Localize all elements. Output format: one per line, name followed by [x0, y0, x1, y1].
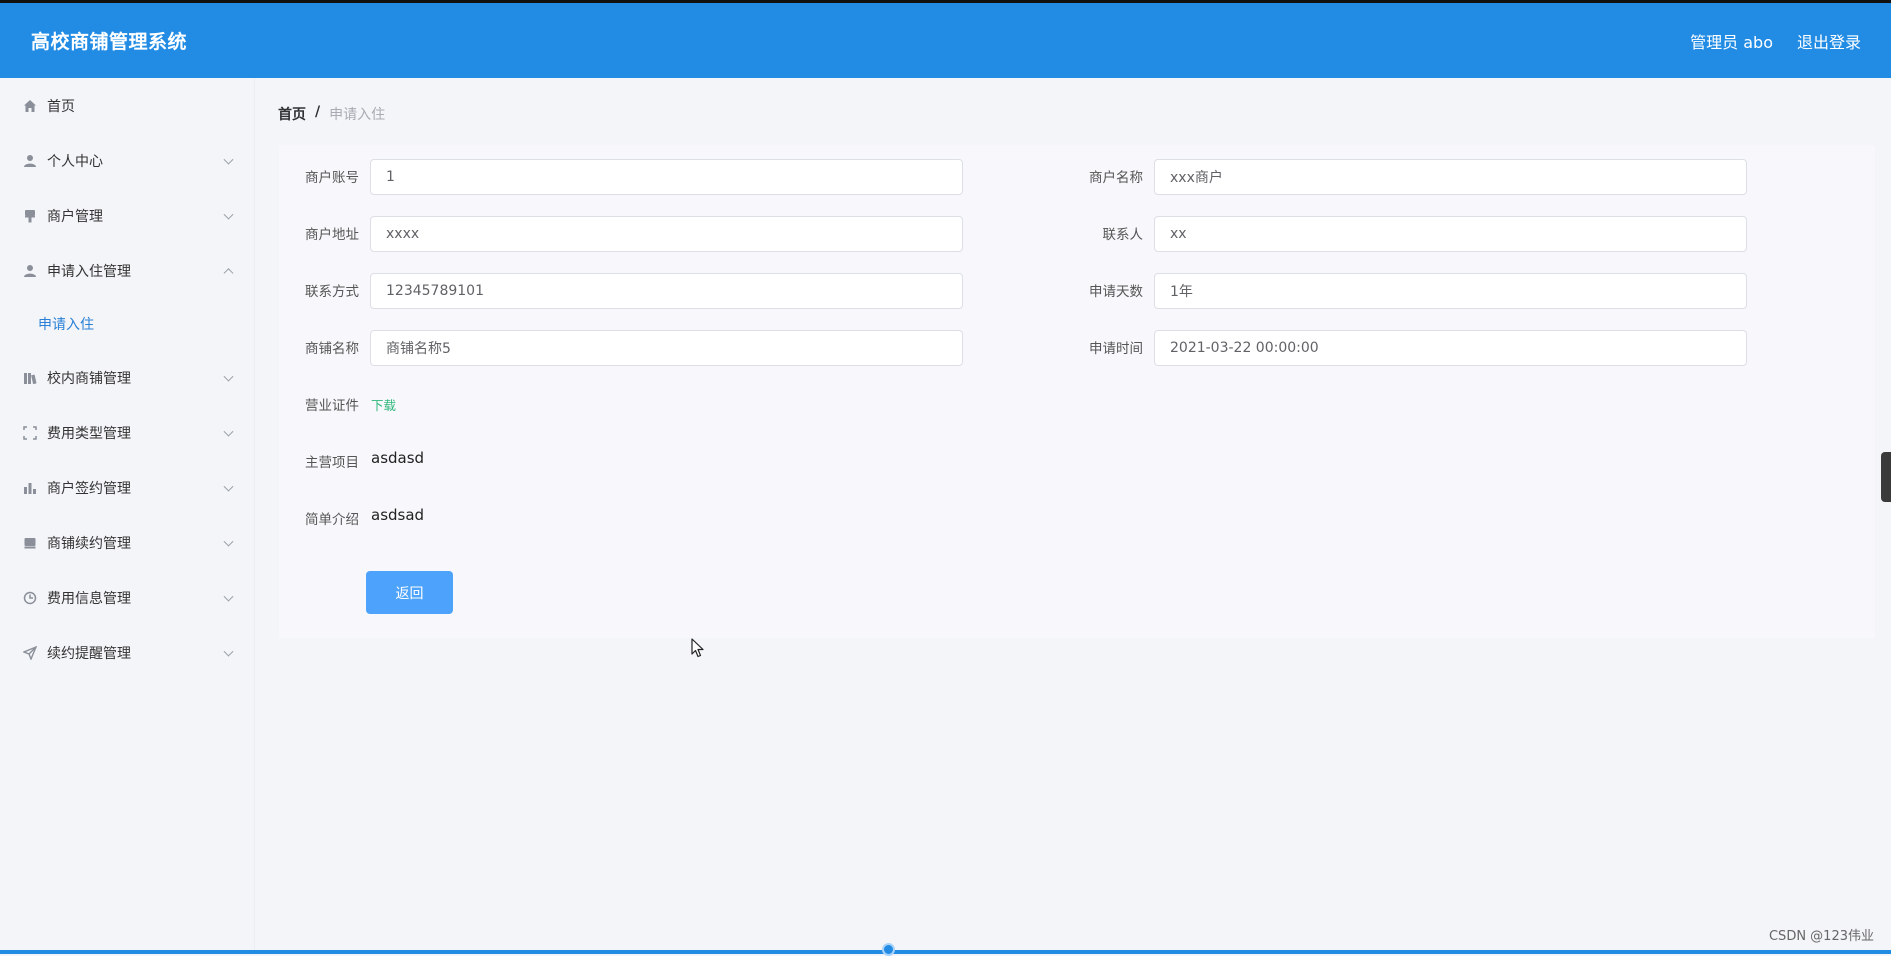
license-download-link[interactable]: 下载: [371, 395, 396, 414]
chart-icon: [22, 480, 38, 496]
merchant-account-field[interactable]: 1: [370, 159, 963, 195]
chevron-down-icon: [224, 154, 234, 164]
main-business-label: 主营项目: [279, 451, 359, 471]
sidebar-item-campus-shop-management[interactable]: 校内商铺管理: [0, 350, 254, 405]
merchant-name-label: 商户名称: [1063, 166, 1143, 186]
sidebar-item-fee-type-management[interactable]: 费用类型管理: [0, 405, 254, 460]
sidebar-item-label: 商户签约管理: [47, 478, 131, 498]
chevron-down-icon: [224, 646, 234, 656]
breadcrumb-home[interactable]: 首页: [278, 104, 306, 124]
contact-person-label: 联系人: [1063, 223, 1143, 243]
logout-link[interactable]: 退出登录: [1797, 29, 1861, 53]
contact-method-field[interactable]: 12345789101: [370, 273, 963, 309]
progress-handle[interactable]: [882, 943, 895, 956]
user-icon: [22, 263, 38, 279]
sidebar-item-renewal-reminder-management[interactable]: 续约提醒管理: [0, 625, 254, 680]
sidebar-item-label: 商户管理: [47, 206, 103, 226]
apply-days-field[interactable]: 1年: [1154, 273, 1747, 309]
sidebar-item-apply-management[interactable]: 申请入住管理: [0, 243, 254, 298]
intro-value: asdsad: [371, 506, 424, 524]
sidebar: 首页 个人中心 商户管理 申请入住管理 申请入住 校内商铺管理 费用类型管理: [0, 78, 255, 954]
sidebar-item-fee-info-management[interactable]: 费用信息管理: [0, 570, 254, 625]
fullscreen-icon: [22, 425, 38, 441]
sidebar-item-merchant-management[interactable]: 商户管理: [0, 188, 254, 243]
sidebar-subitem-apply[interactable]: 申请入住: [0, 298, 254, 350]
merchant-account-label: 商户账号: [279, 166, 359, 186]
merchant-name-field[interactable]: xxx商户: [1154, 159, 1747, 195]
intro-label: 简单介绍: [279, 508, 359, 528]
chevron-down-icon: [224, 426, 234, 436]
brush-icon: [22, 208, 38, 224]
sidebar-item-label: 费用信息管理: [47, 588, 131, 608]
sidebar-item-label: 续约提醒管理: [47, 643, 131, 663]
mouse-cursor-icon: [691, 638, 705, 662]
merchant-address-label: 商户地址: [279, 223, 359, 243]
sidebar-item-label: 费用类型管理: [47, 423, 131, 443]
apply-time-field[interactable]: 2021-03-22 00:00:00: [1154, 330, 1747, 366]
shop-name-field[interactable]: 商铺名称5: [370, 330, 963, 366]
chevron-down-icon: [224, 371, 234, 381]
back-button[interactable]: 返回: [366, 571, 453, 614]
side-drawer-handle[interactable]: [1881, 452, 1891, 502]
app-title: 高校商铺管理系统: [31, 27, 187, 54]
sidebar-item-merchant-contract-management[interactable]: 商户签约管理: [0, 460, 254, 515]
breadcrumb-separator: /: [315, 104, 320, 124]
main-business-value: asdasd: [371, 449, 424, 467]
box-icon: [22, 535, 38, 551]
sidebar-item-personal-center[interactable]: 个人中心: [0, 133, 254, 188]
send-icon: [22, 645, 38, 661]
sidebar-item-label: 商铺续约管理: [47, 533, 131, 553]
breadcrumb-current: 申请入住: [329, 104, 385, 124]
top-header: 高校商铺管理系统 管理员 abo 退出登录: [0, 0, 1891, 78]
chevron-down-icon: [224, 481, 234, 491]
home-icon: [22, 98, 38, 114]
admin-user-label[interactable]: 管理员 abo: [1690, 29, 1773, 53]
chevron-down-icon: [224, 536, 234, 546]
sidebar-item-label: 个人中心: [47, 151, 103, 171]
main-content: 首页 / 申请入住 商户账号 1 商户名称 xxx商户 商户地址 xxxx 联系…: [256, 78, 1891, 954]
chevron-down-icon: [224, 209, 234, 219]
chevron-up-icon: [224, 268, 234, 278]
apply-time-label: 申请时间: [1063, 337, 1143, 357]
header-user-area: 管理员 abo 退出登录: [1690, 29, 1861, 53]
contact-method-label: 联系方式: [279, 280, 359, 300]
sidebar-item-label: 首页: [47, 96, 75, 116]
contact-person-field[interactable]: xx: [1154, 216, 1747, 252]
merchant-address-field[interactable]: xxxx: [370, 216, 963, 252]
watermark: CSDN @123伟业: [1769, 925, 1874, 944]
progress-bar: [0, 950, 1891, 954]
sidebar-item-label: 申请入住管理: [47, 261, 131, 281]
sidebar-item-label: 校内商铺管理: [47, 368, 131, 388]
user-icon: [22, 153, 38, 169]
apply-detail-form: 商户账号 1 商户名称 xxx商户 商户地址 xxxx 联系人 xx 联系方式 …: [279, 145, 1875, 638]
shop-name-label: 商铺名称: [279, 337, 359, 357]
breadcrumb: 首页 / 申请入住: [278, 104, 385, 124]
bars-icon: [22, 370, 38, 386]
license-label: 营业证件: [279, 394, 359, 414]
apply-days-label: 申请天数: [1063, 280, 1143, 300]
clock-icon: [22, 590, 38, 606]
chevron-down-icon: [224, 591, 234, 601]
sidebar-item-home[interactable]: 首页: [0, 78, 254, 133]
sidebar-item-shop-renewal-management[interactable]: 商铺续约管理: [0, 515, 254, 570]
